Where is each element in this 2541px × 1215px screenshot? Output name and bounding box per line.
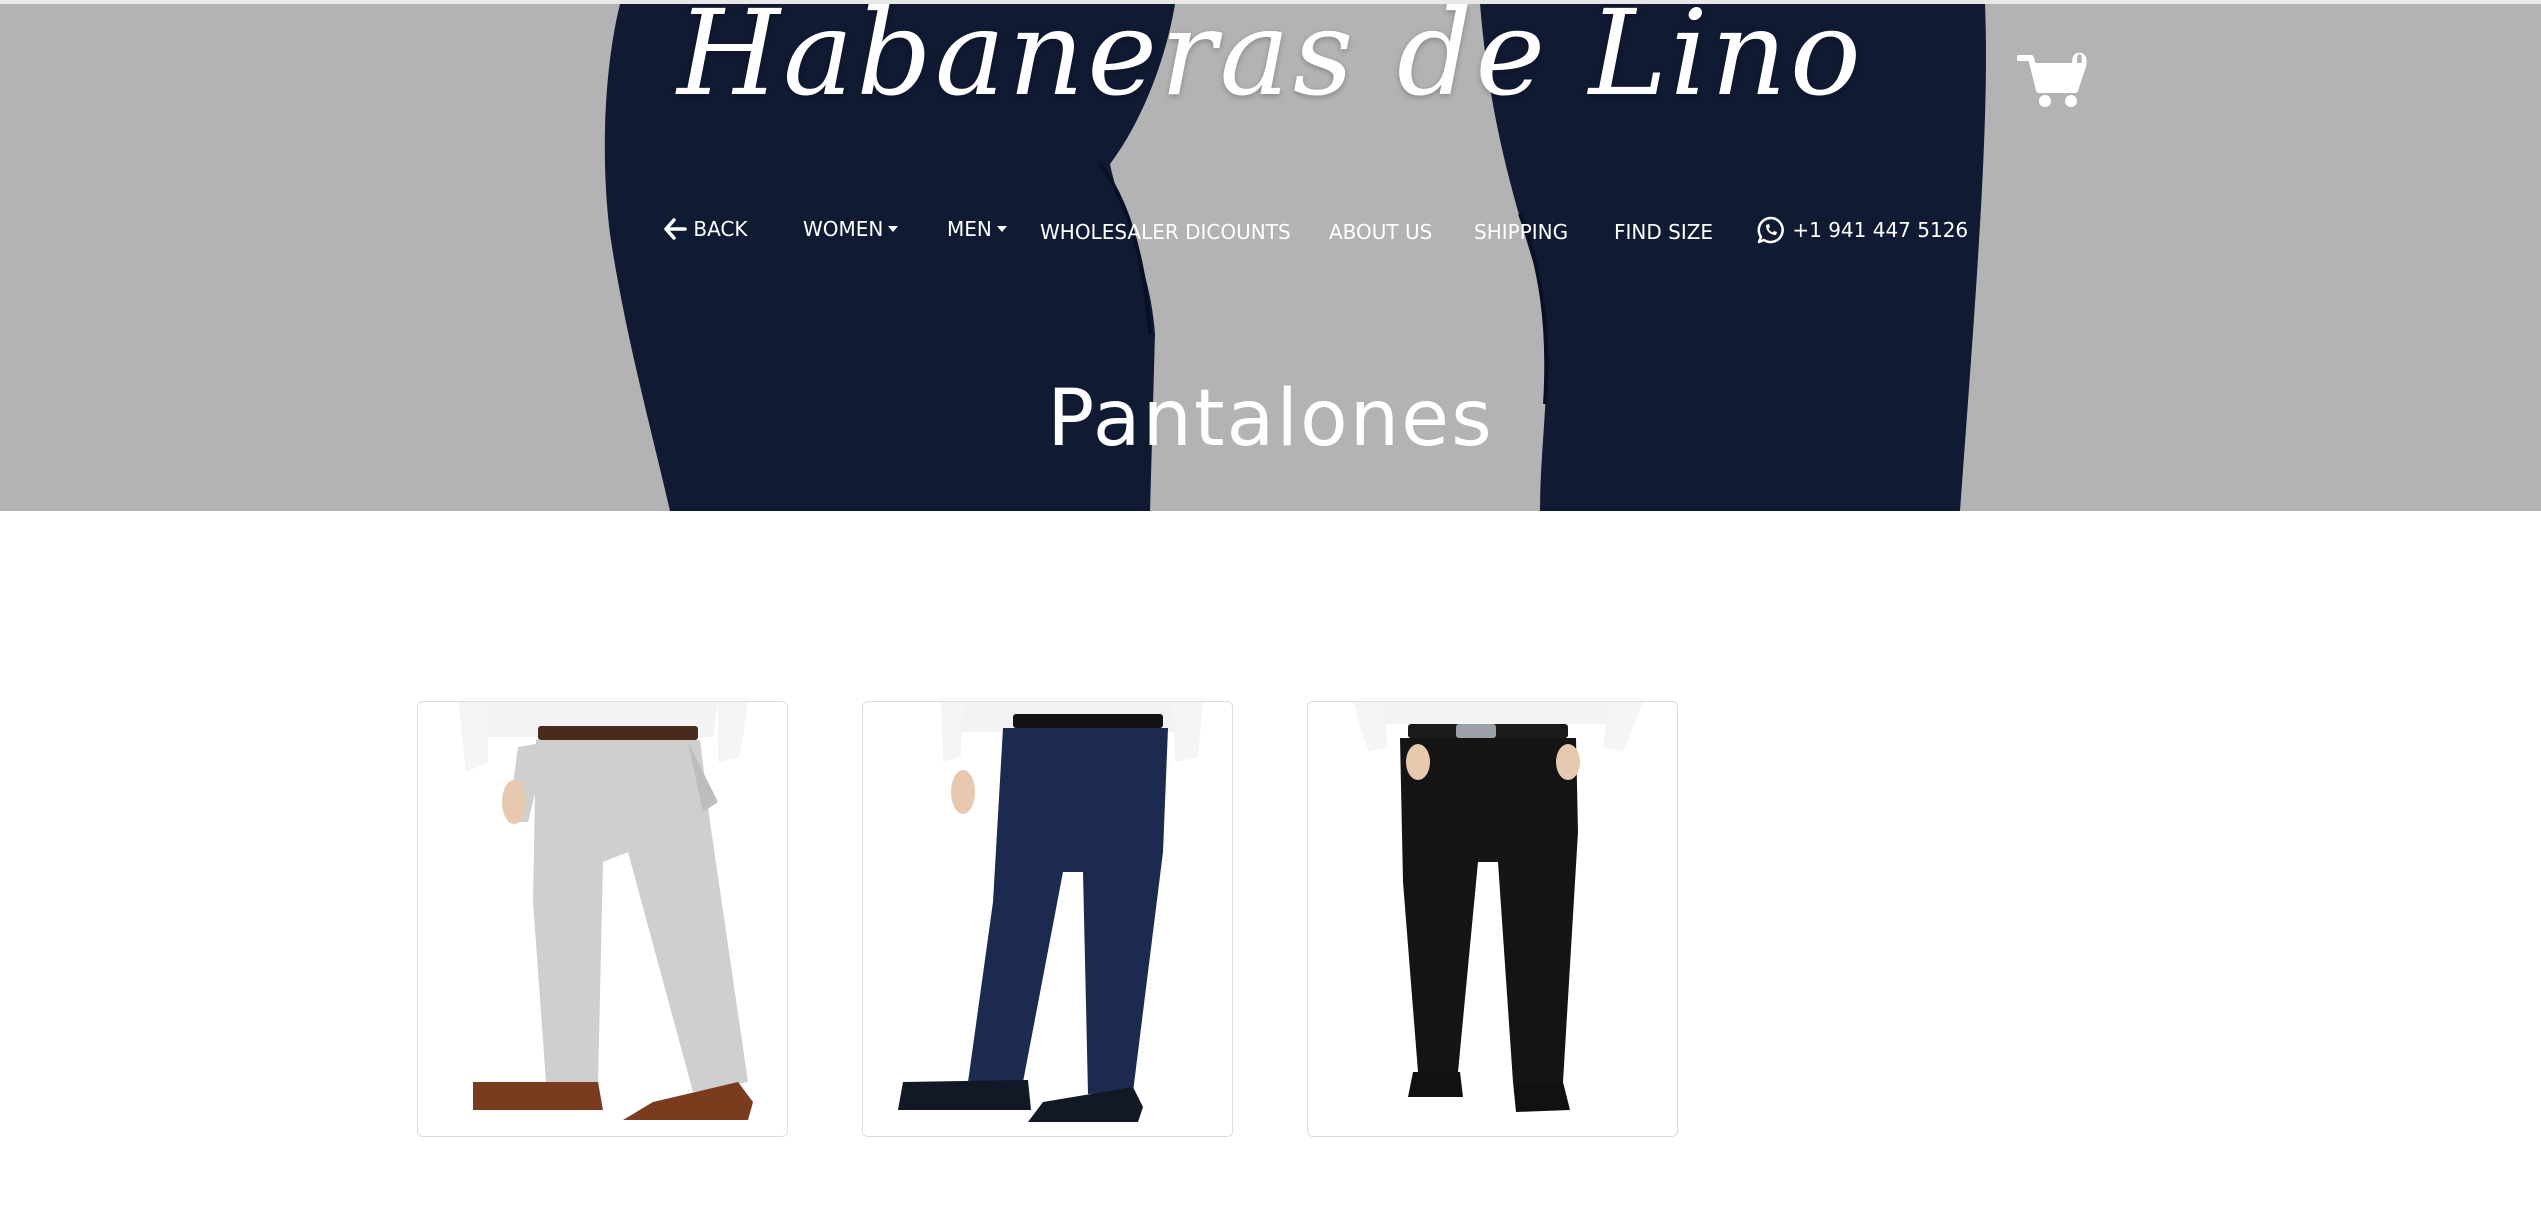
page-title: Pantalones: [1047, 374, 1494, 465]
arrow-left-icon: [664, 217, 687, 240]
nav-women-label: WOMEN: [803, 217, 884, 241]
nav-back-link[interactable]: BACK: [663, 205, 748, 253]
caret-down-icon: [888, 225, 899, 232]
light-gray-linen-pants-photo: [418, 702, 787, 1136]
product-card[interactable]: [862, 701, 1233, 1137]
hero-banner: Habaneras de Lino 0 BACK WOMEN MEN WHOLE…: [0, 4, 2541, 511]
nav-about-link[interactable]: ABOUT US: [1329, 208, 1432, 256]
nav-back-label: BACK: [693, 217, 748, 241]
brand-logo[interactable]: Habaneras de Lino: [0, 4, 2541, 122]
nav-men-dropdown[interactable]: MEN: [947, 205, 1007, 253]
nav-phone-link[interactable]: +1 941 447 5126: [1756, 206, 1968, 254]
main-nav: BACK WOMEN MEN WHOLESALER DICOUNTS ABOUT…: [0, 205, 2541, 253]
nav-men-label: MEN: [947, 217, 992, 241]
cart-count-badge[interactable]: 0: [2071, 48, 2088, 77]
black-pants-photo: [1308, 702, 1677, 1136]
product-card[interactable]: [417, 701, 788, 1137]
caret-down-icon: [996, 225, 1007, 232]
whatsapp-icon: [1757, 216, 1784, 243]
nav-wholesaler-link[interactable]: WHOLESALER DICOUNTS: [1040, 208, 1291, 256]
nav-find-size-link[interactable]: FIND SIZE: [1614, 208, 1713, 256]
nav-shipping-link[interactable]: SHIPPING: [1474, 208, 1568, 256]
navy-blue-pants-photo: [863, 702, 1232, 1136]
nav-phone-label: +1 941 447 5126: [1792, 218, 1969, 242]
nav-women-dropdown[interactable]: WOMEN: [803, 205, 899, 253]
product-card[interactable]: [1307, 701, 1678, 1137]
